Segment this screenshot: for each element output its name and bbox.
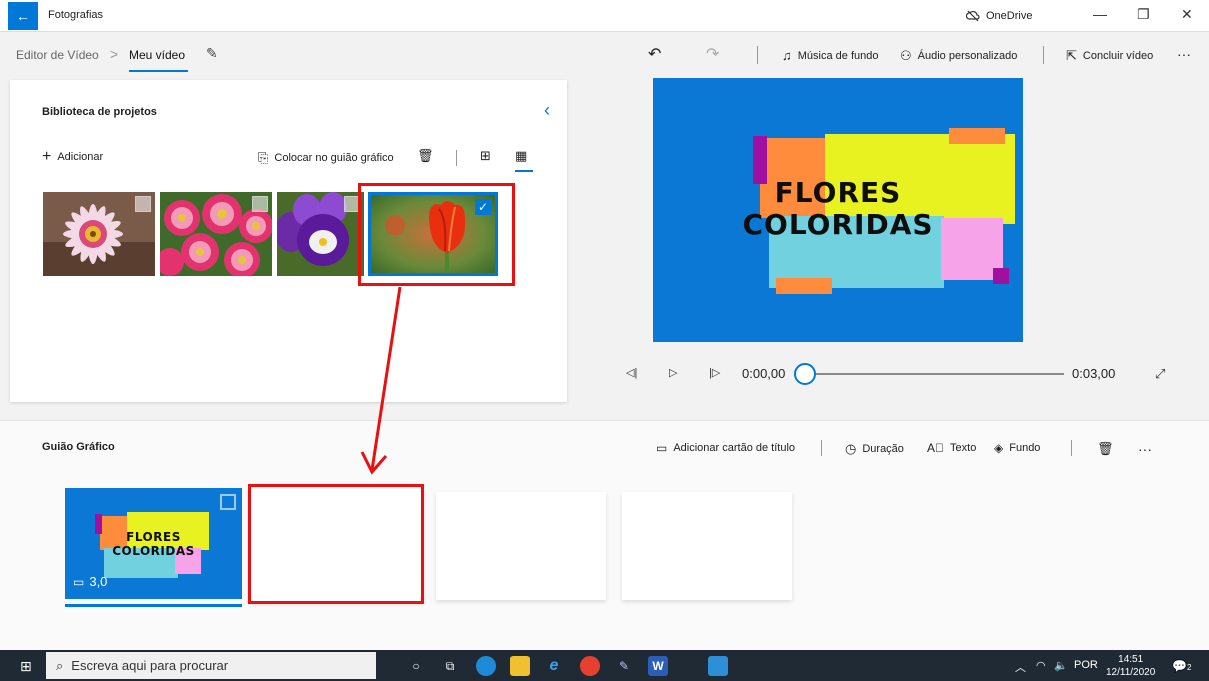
task-view-icon[interactable]: ⧉: [440, 656, 460, 676]
language-indicator[interactable]: POR: [1074, 659, 1098, 671]
windows-start-icon[interactable]: ⊞: [20, 658, 32, 675]
red-arrow-annotation: [360, 286, 402, 475]
word-icon[interactable]: W: [648, 656, 668, 676]
taskbar-search-placeholder: Escreva aqui para procurar: [71, 658, 229, 673]
paint-icon[interactable]: ✎: [614, 656, 634, 676]
chrome-browser-icon[interactable]: [580, 656, 600, 676]
volume-muted-icon[interactable]: 🔈: [1054, 659, 1068, 672]
windows-taskbar: ⊞ ⌕ Escreva aqui para procurar ○ ⧉ e ✎ W…: [0, 650, 1209, 681]
notification-center-icon[interactable]: 💬2: [1172, 659, 1191, 673]
clock-time: 14:51: [1118, 654, 1144, 665]
wifi-icon[interactable]: ◠: [1036, 659, 1046, 672]
file-explorer-icon[interactable]: [510, 656, 530, 676]
notification-count: 2: [1186, 663, 1192, 672]
clock-date: 12/11/2020: [1106, 667, 1156, 678]
tray-chevron-icon[interactable]: ︿: [1015, 659, 1026, 675]
photos-app-icon[interactable]: [708, 656, 728, 676]
taskbar-search-box[interactable]: ⌕ Escreva aqui para procurar: [46, 652, 376, 679]
taskbar-clock[interactable]: 14:51 12/11/2020: [1106, 653, 1155, 679]
edge-browser-icon[interactable]: [476, 656, 496, 676]
cortana-circle-icon[interactable]: ○: [406, 656, 426, 676]
search-icon: ⌕: [56, 657, 64, 673]
internet-explorer-icon[interactable]: e: [544, 656, 564, 676]
